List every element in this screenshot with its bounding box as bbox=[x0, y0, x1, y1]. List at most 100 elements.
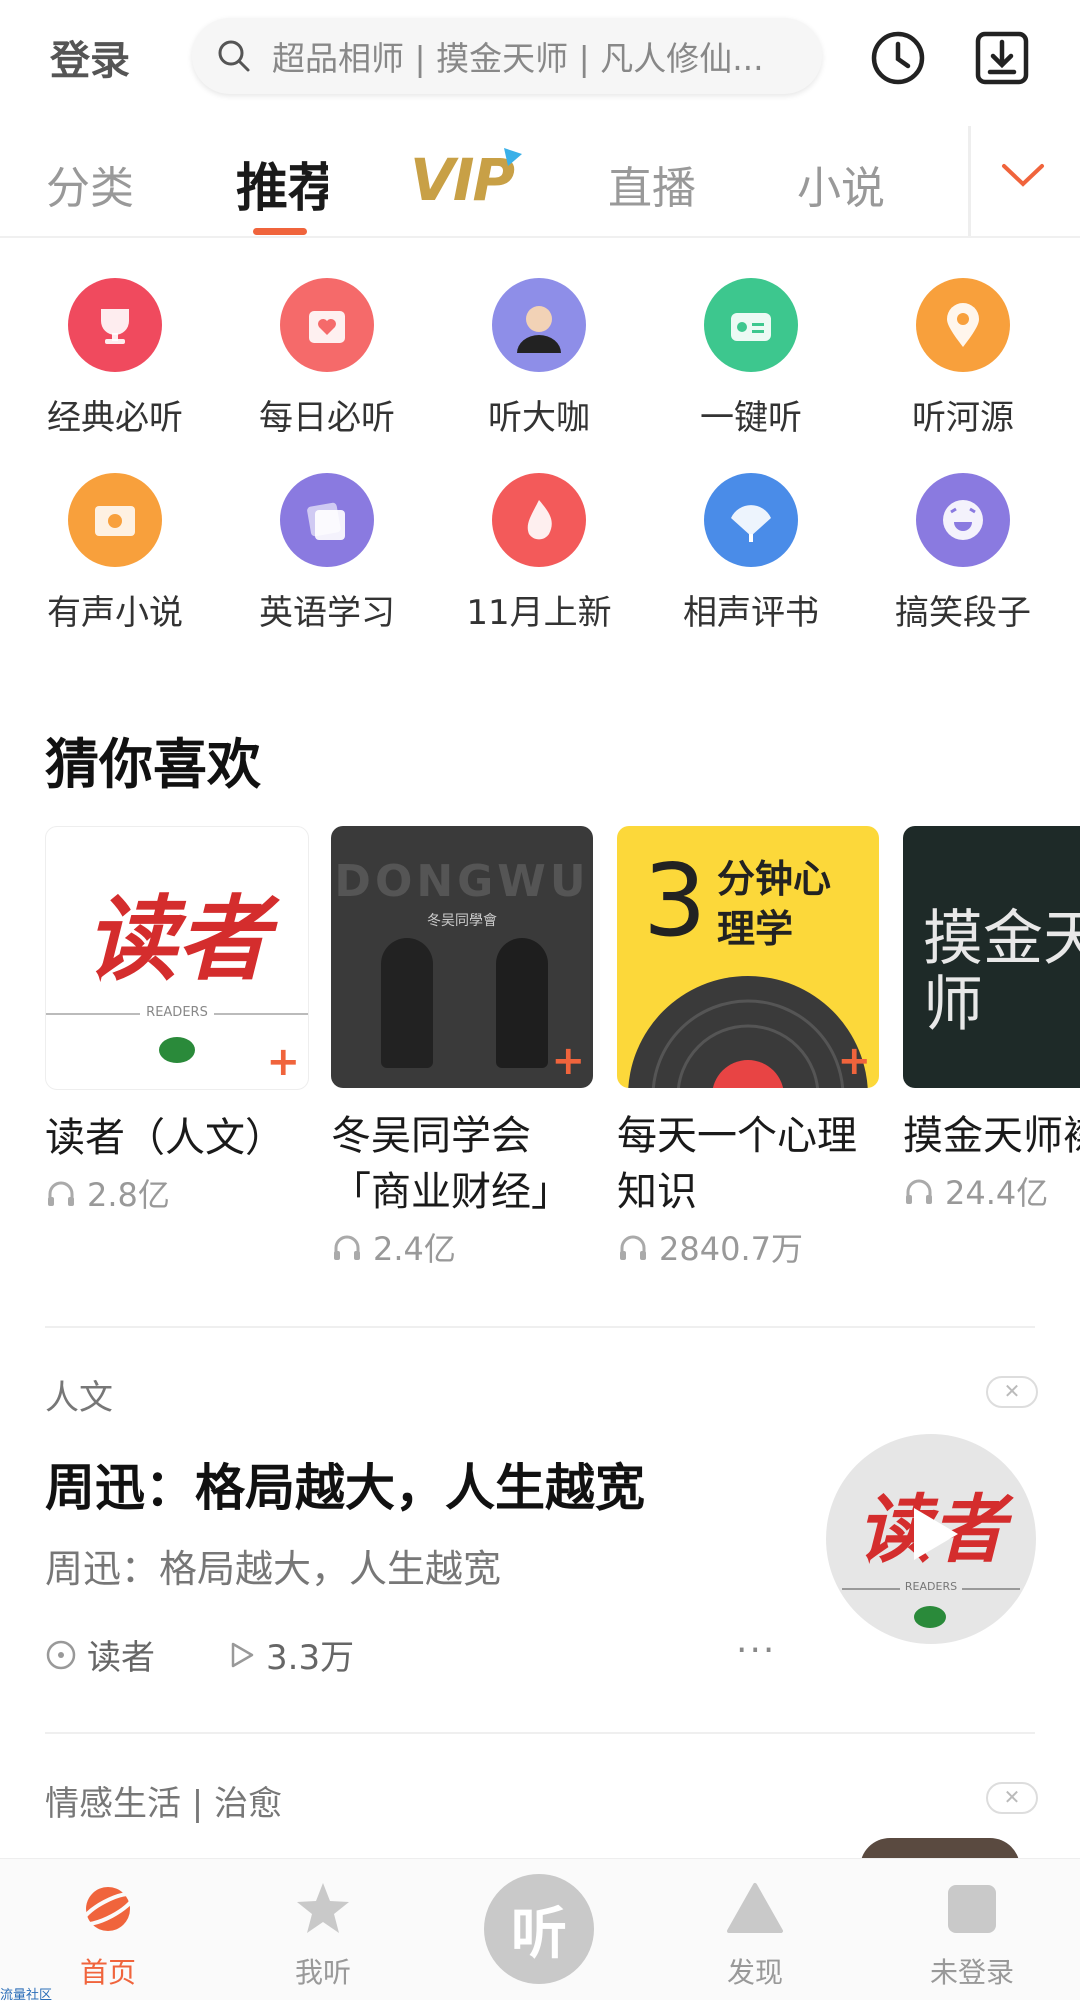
history-button[interactable] bbox=[868, 28, 928, 88]
category-item[interactable]: 搞笑段子 bbox=[873, 473, 1053, 634]
chevron-down-icon bbox=[1002, 164, 1044, 187]
avatar-icon bbox=[492, 278, 586, 372]
tab-live[interactable]: 直播 bbox=[608, 152, 696, 216]
close-button[interactable]: ✕ bbox=[986, 1782, 1038, 1814]
close-button[interactable]: ✕ bbox=[986, 1376, 1038, 1408]
feed-subtitle: 周迅：格局越大，人生越宽 bbox=[45, 1547, 502, 1591]
category-item[interactable]: 听大咖 bbox=[449, 278, 629, 439]
feed-author[interactable]: 读者 bbox=[45, 1630, 155, 1679]
tabs-more-button[interactable] bbox=[1000, 160, 1046, 194]
plays-count: 3.3万 bbox=[266, 1638, 355, 1678]
bee-logo-icon bbox=[914, 1606, 946, 1628]
cover-number: 3 bbox=[643, 842, 707, 959]
category-label: 经典必听 bbox=[47, 398, 183, 438]
album-card[interactable]: 3 分钟心理学 + 每天一个心理知识 2840.7万 bbox=[617, 826, 879, 1270]
vip-triangle-icon bbox=[504, 148, 522, 166]
album-card[interactable]: 摸金天师 摸金天师襟）「悬疑 24.4亿 bbox=[903, 826, 1080, 1214]
cover-sub: 冬吴同學會 bbox=[427, 913, 497, 929]
nav-label: 发现 bbox=[726, 1956, 783, 1989]
album-cover: 读者 READERS + bbox=[45, 826, 309, 1090]
feed-cover[interactable]: 读者 READERS bbox=[826, 1434, 1036, 1644]
location-pin-icon bbox=[916, 278, 1010, 372]
headphones-icon bbox=[48, 1181, 74, 1206]
cover-sub: READERS bbox=[140, 1005, 214, 1020]
category-label: 每日必听 bbox=[259, 398, 395, 438]
search-icon bbox=[218, 40, 250, 72]
album-name: 每天一个心理知识 bbox=[617, 1113, 857, 1215]
download-button[interactable] bbox=[972, 28, 1032, 88]
category-item[interactable]: 听河源 bbox=[873, 278, 1053, 439]
headphones-icon bbox=[906, 1179, 932, 1204]
category-item[interactable]: 有声小说 bbox=[25, 473, 205, 634]
album-plays: 2.4亿 bbox=[331, 1224, 593, 1270]
author-name: 读者 bbox=[87, 1638, 155, 1678]
category-item[interactable]: 一键听 bbox=[661, 278, 841, 439]
album-plays: 24.4亿 bbox=[903, 1168, 1080, 1214]
book-icon bbox=[68, 473, 162, 567]
cover-sub: READERS bbox=[899, 1580, 963, 1593]
album-cover: 3 分钟心理学 + bbox=[617, 826, 879, 1088]
user-square-icon bbox=[948, 1885, 996, 1933]
feed-title[interactable]: 周迅：格局越大，人生越宽 bbox=[45, 1448, 645, 1520]
tabs-divider bbox=[0, 236, 1080, 238]
login-button[interactable]: 登录 bbox=[50, 28, 130, 86]
subscribe-plus-icon[interactable]: + bbox=[551, 1038, 585, 1084]
plays-count: 2840.7万 bbox=[659, 1230, 803, 1268]
search-input[interactable]: 超品相师 | 摸金天师 | 凡人修仙... bbox=[192, 18, 822, 94]
category-label: 有声小说 bbox=[47, 593, 183, 633]
category-item[interactable]: 英语学习 bbox=[237, 473, 417, 634]
album-plays: 2840.7万 bbox=[617, 1224, 879, 1270]
english-card-icon bbox=[280, 473, 374, 567]
headphones-icon bbox=[620, 1235, 646, 1260]
album-card[interactable]: DONGWU 冬吴同學會 + 冬吴同学会「商业财经」 2.4亿 bbox=[331, 826, 593, 1270]
nav-profile[interactable]: 未登录 bbox=[912, 1879, 1032, 1991]
subscribe-plus-icon[interactable]: + bbox=[266, 1039, 300, 1085]
category-label: 相声评书 bbox=[683, 593, 819, 633]
tab-recommend[interactable]: 推荐 bbox=[236, 146, 328, 221]
person-figure bbox=[496, 938, 548, 1068]
album-name: 读者（人文） bbox=[45, 1115, 285, 1161]
play-outline-icon bbox=[231, 1642, 254, 1667]
category-item[interactable]: 每日必听 bbox=[237, 278, 417, 439]
feed-tag: 人文 bbox=[45, 1378, 113, 1418]
planet-icon bbox=[80, 1887, 136, 1931]
watermark: 流量社区 bbox=[0, 1988, 53, 2003]
bottom-nav: 首页 我听 听 发现 未登录 bbox=[0, 1858, 1080, 2000]
search-placeholder: 超品相师 | 摸金天师 | 凡人修仙... bbox=[272, 39, 764, 78]
nav-home[interactable]: 首页 bbox=[48, 1879, 168, 1991]
cover-title: 读者 bbox=[84, 885, 269, 993]
album-card[interactable]: 读者 READERS + 读者（人文） 2.8亿 bbox=[45, 826, 309, 1216]
tab-vip[interactable]: VIP bbox=[410, 146, 522, 214]
triangle-icon bbox=[727, 1883, 783, 1933]
album-circle-icon bbox=[46, 1640, 76, 1669]
subscribe-plus-icon[interactable]: + bbox=[837, 1038, 871, 1084]
vip-label: VIP bbox=[410, 146, 515, 214]
listen-icon: 听 bbox=[511, 1901, 567, 1967]
more-options-button[interactable]: ··· bbox=[736, 1630, 776, 1671]
play-icon bbox=[914, 1508, 958, 1560]
category-label: 听河源 bbox=[912, 398, 1014, 438]
bee-logo-icon bbox=[159, 1037, 195, 1063]
category-item[interactable]: 11月上新 bbox=[449, 473, 629, 634]
nav-label: 首页 bbox=[79, 1956, 136, 1989]
nav-listen-button[interactable]: 听 bbox=[484, 1874, 594, 1984]
album-cover: 摸金天师 bbox=[903, 826, 1080, 1088]
nav-label: 未登录 bbox=[929, 1956, 1014, 1989]
category-item[interactable]: 经典必听 bbox=[25, 278, 205, 439]
category-label: 听大咖 bbox=[488, 398, 590, 438]
headphones-icon bbox=[334, 1235, 360, 1260]
nav-discover[interactable]: 发现 bbox=[695, 1879, 815, 1991]
cover-title: 摸金天师 bbox=[923, 904, 1080, 1040]
nav-my-listen[interactable]: 我听 bbox=[263, 1879, 383, 1991]
category-item[interactable]: 相声评书 bbox=[661, 473, 841, 634]
trophy-icon bbox=[68, 278, 162, 372]
tab-category[interactable]: 分类 bbox=[46, 152, 134, 216]
plays-count: 2.4亿 bbox=[373, 1230, 456, 1268]
download-icon bbox=[975, 31, 1029, 85]
section-divider bbox=[45, 1732, 1035, 1734]
person-figure bbox=[381, 938, 433, 1068]
tab-novel[interactable]: 小说 bbox=[797, 152, 885, 216]
category-label: 搞笑段子 bbox=[895, 593, 1031, 633]
tab-separator bbox=[968, 126, 971, 236]
nav-label: 我听 bbox=[294, 1956, 351, 1989]
